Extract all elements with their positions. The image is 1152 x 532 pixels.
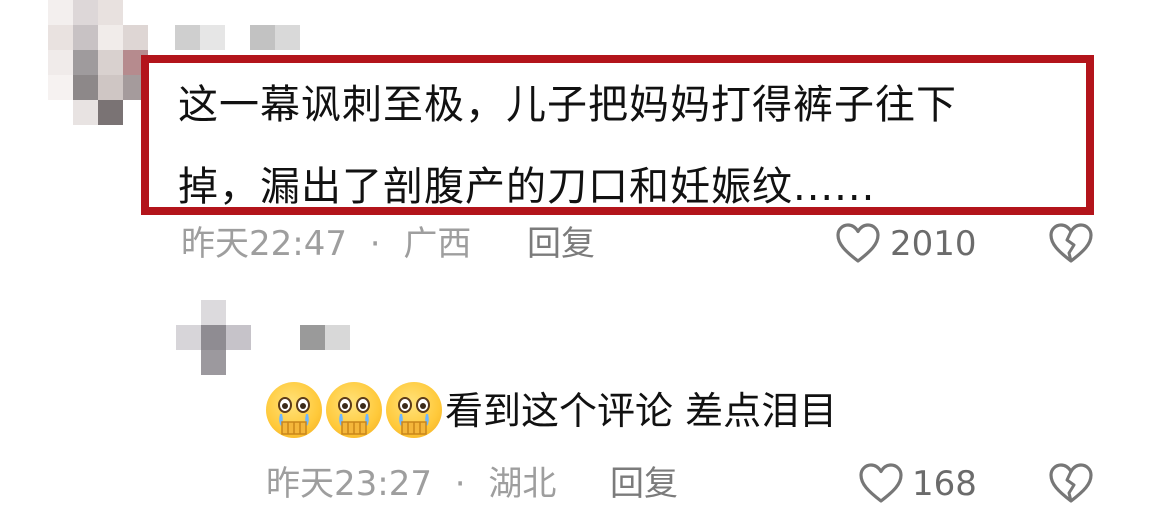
avatar-censored[interactable] xyxy=(48,0,148,125)
reply-avatar-censored[interactable] xyxy=(176,300,251,375)
heart-icon[interactable] xyxy=(858,462,904,504)
meta-separator: · xyxy=(369,224,381,264)
crying-emoji-icon xyxy=(386,382,442,438)
comment-1-meta: 昨天22:47 · 广西 xyxy=(181,224,471,264)
comment-2-meta: 昨天23:27 · 湖北 xyxy=(266,464,556,504)
comment-1-location: 广西 xyxy=(403,224,472,264)
crying-emoji-icon xyxy=(266,382,322,438)
username-censored[interactable] xyxy=(175,25,305,50)
comment-2-time: 昨天23:27 xyxy=(266,464,432,504)
reply-username-censored[interactable] xyxy=(300,325,350,350)
comment-1-text: 这一幕讽刺至极，儿子把妈妈打得裤子往下 掉，漏出了剖腹产的刀口和妊娠纹.....… xyxy=(178,64,1083,228)
comment-1-line-2: 掉，漏出了剖腹产的刀口和妊娠纹...... xyxy=(178,164,876,210)
comment-2-location: 湖北 xyxy=(488,464,557,504)
comment-2-text: 看到这个评论 差点泪目 xyxy=(445,389,838,433)
reply-button[interactable]: 回复 xyxy=(527,224,595,264)
reply-button[interactable]: 回复 xyxy=(610,464,678,504)
crying-emoji-icon xyxy=(326,382,382,438)
comment-1-time: 昨天22:47 xyxy=(181,224,347,264)
broken-heart-icon[interactable] xyxy=(1048,462,1094,504)
comment-1-line-1: 这一幕讽刺至极，儿子把妈妈打得裤子往下 xyxy=(178,82,957,128)
like-count: 2010 xyxy=(890,224,977,264)
meta-separator: · xyxy=(454,464,466,504)
like-count: 168 xyxy=(912,464,977,504)
heart-icon[interactable] xyxy=(835,222,881,264)
broken-heart-icon[interactable] xyxy=(1048,222,1094,264)
